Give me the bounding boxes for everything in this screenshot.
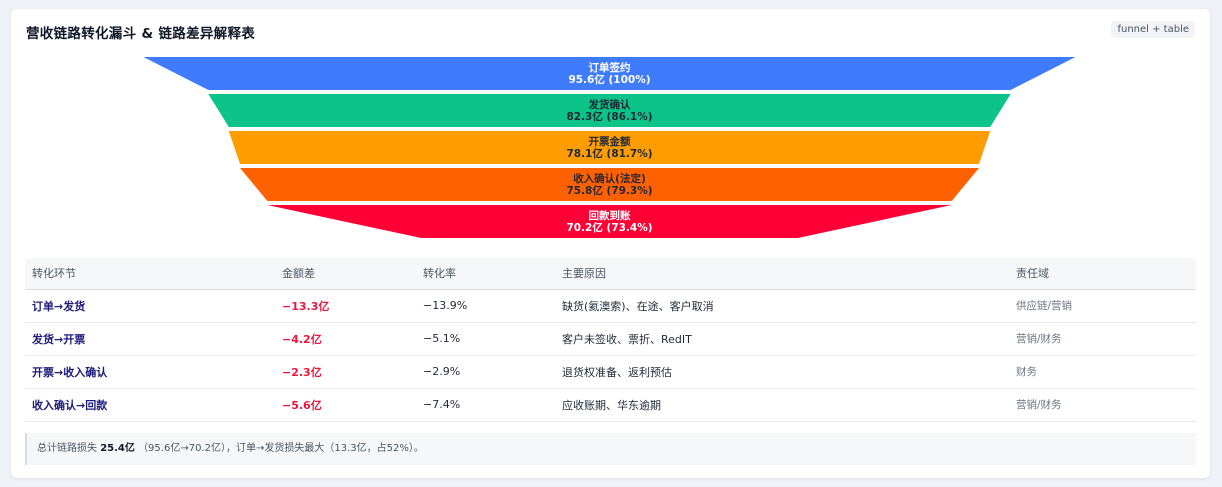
col-header-rate: 转化率 — [416, 258, 555, 290]
cell-owner: 供应链/营销 — [1009, 289, 1196, 323]
funnel-stage-value: 75.8亿 (79.3%) — [566, 184, 652, 197]
funnel-stage-value: 82.3亿 (86.1%) — [566, 110, 652, 123]
funnel-stage-name: 回款到账 — [589, 209, 631, 222]
cell-owner: 营销/财务 — [1009, 388, 1196, 422]
col-header-diff: 金额差 — [275, 258, 416, 290]
cell-rate: −2.9% — [416, 355, 555, 389]
cell-diff: −2.3亿 — [275, 355, 416, 389]
cell-reason: 应收账期、华东逾期 — [555, 388, 1009, 422]
cell-diff: −5.6亿 — [275, 388, 416, 422]
cell-stage: 订单→发货 — [25, 289, 275, 323]
cell-stage: 收入确认→回款 — [25, 388, 275, 422]
cell-reason: 客户未签收、票折、RedIT — [555, 322, 1009, 356]
summary-prefix: 总计链路损失 — [37, 443, 97, 454]
main-card: 营收链路转化漏斗 & 链路差异解释表 funnel + table 订单签约 95… — [11, 9, 1210, 478]
col-header-owner: 责任域 — [1009, 258, 1196, 290]
funnel-stage-name: 开票金额 — [589, 135, 631, 148]
cell-rate: −7.4% — [416, 388, 555, 422]
funnel-chart: 订单签约95.6亿 (100%) 发货确认82.3亿 (86.1%) 开票金额78.… — [143, 57, 1076, 238]
table-row: 订单→发货 −13.3亿 −13.9% 缺货(氦澳索)、在途、客户取消 供应链/… — [25, 289, 1196, 323]
table-row: 收入确认→回款 −5.6亿 −7.4% 应收账期、华东逾期 营销/财务 — [25, 388, 1196, 422]
summary-detail: （95.6亿→70.2亿），订单→发货损失最大（13.3亿，占52%）。 — [138, 443, 424, 454]
cell-owner: 营销/财务 — [1009, 322, 1196, 356]
cell-owner: 财务 — [1009, 355, 1196, 389]
explanation-table: 转化环节 金额差 转化率 主要原因 责任域 订单→发货 −13.3亿 −13.9… — [25, 258, 1196, 422]
funnel-stage-value: 95.6亿 (100%) — [568, 73, 650, 86]
table-row: 开票→收入确认 −2.3亿 −2.9% 退货权准备、返利预估 财务 — [25, 355, 1196, 389]
funnel-stage-value: 78.1亿 (81.7%) — [566, 147, 652, 160]
table-row: 发货→开票 −4.2亿 −5.1% 客户未签收、票折、RedIT 营销/财务 — [25, 322, 1196, 356]
cell-diff: −13.3亿 — [275, 289, 416, 323]
funnel-stage-name: 收入确认(法定) — [573, 172, 646, 185]
summary-note: 总计链路损失 25.4亿 （95.6亿→70.2亿），订单→发货损失最大（13.… — [25, 433, 1196, 465]
cell-reason: 退货权准备、返利预估 — [555, 355, 1009, 389]
cell-stage: 开票→收入确认 — [25, 355, 275, 389]
col-header-stage: 转化环节 — [25, 258, 275, 290]
funnel-stage-name: 订单签约 — [589, 61, 631, 74]
cell-rate: −13.9% — [416, 289, 555, 323]
table-header-row: 转化环节 金额差 转化率 主要原因 责任域 — [25, 258, 1196, 290]
cell-stage: 发货→开票 — [25, 322, 275, 356]
cell-reason: 缺货(氦澳索)、在途、客户取消 — [555, 289, 1009, 323]
cell-diff: −4.2亿 — [275, 322, 416, 356]
funnel-stage-value: 70.2亿 (73.4%) — [566, 221, 652, 234]
summary-total: 25.4亿 — [100, 443, 135, 454]
col-header-reason: 主要原因 — [555, 258, 1009, 290]
funnel-stage-name: 发货确认 — [588, 98, 631, 111]
cell-rate: −5.1% — [416, 322, 555, 356]
